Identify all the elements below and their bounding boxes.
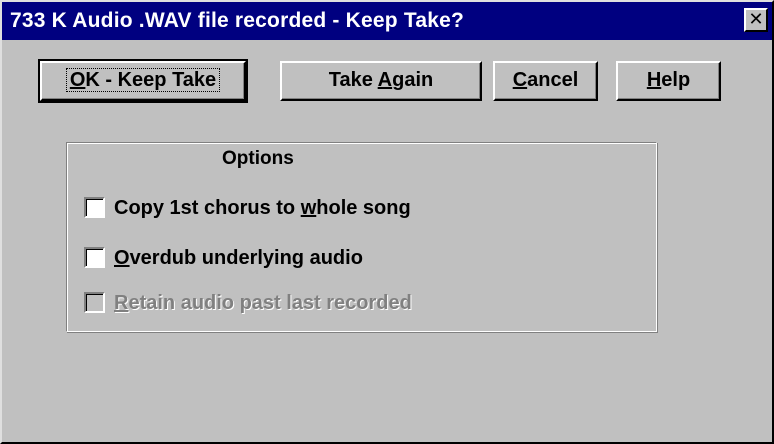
ok-keep-take-button[interactable]: OK - Keep Take: [38, 59, 248, 103]
take-again-label: Take Again: [328, 69, 434, 91]
retain-audio-checkbox: [84, 292, 105, 313]
cancel-button[interactable]: Cancel: [493, 61, 598, 101]
title-bar[interactable]: 733 K Audio .WAV file recorded - Keep Ta…: [2, 2, 772, 40]
dialog-window: 733 K Audio .WAV file recorded - Keep Ta…: [0, 0, 774, 444]
help-button[interactable]: Help: [616, 61, 721, 101]
overdub-label: Overdub underlying audio: [114, 247, 363, 269]
ok-keep-take-label: OK - Keep Take: [65, 68, 221, 92]
copy-chorus-checkbox[interactable]: [84, 197, 105, 218]
take-again-button[interactable]: Take Again: [280, 61, 482, 101]
close-button[interactable]: ✕: [744, 8, 768, 32]
copy-chorus-label: Copy 1st chorus to whole song: [114, 197, 411, 219]
retain-audio-label: Retain audio past last recorded: [114, 292, 412, 314]
window-title: 733 K Audio .WAV file recorded - Keep Ta…: [10, 9, 464, 32]
close-icon: ✕: [748, 9, 764, 29]
options-title: Options: [218, 148, 298, 170]
cancel-label: Cancel: [512, 69, 579, 91]
help-label: Help: [646, 69, 691, 91]
overdub-checkbox[interactable]: [84, 247, 105, 268]
